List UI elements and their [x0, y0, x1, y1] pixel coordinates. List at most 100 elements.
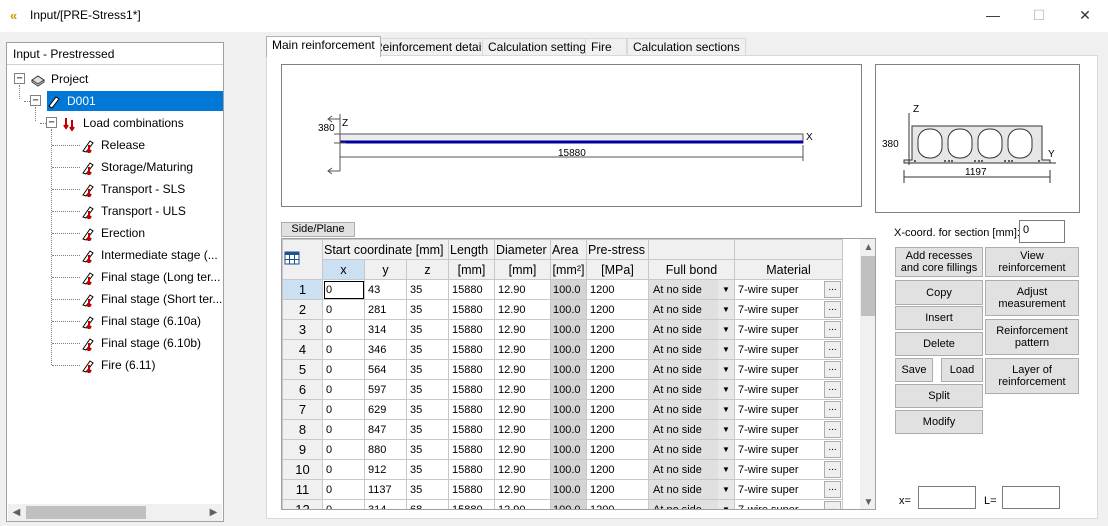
cell-z[interactable]: 35: [406, 459, 449, 480]
dropdown-arrow-icon[interactable]: ▼: [718, 420, 734, 439]
table-row[interactable]: 9 0 880 35 15880 12.90 100.0 1200 At no side ▼ 7-w…: [282, 439, 843, 460]
ellipsis-button[interactable]: ...: [824, 321, 841, 338]
collapse-project-toggle[interactable]: −: [14, 73, 25, 84]
cell-z[interactable]: 35: [406, 359, 449, 380]
load-button[interactable]: Load: [941, 358, 983, 382]
ellipsis-button[interactable]: ...: [824, 361, 841, 378]
ellipsis-button[interactable]: ...: [824, 501, 841, 509]
cell-prestress[interactable]: 1200: [586, 339, 649, 360]
cell-material[interactable]: 7-wire super...: [734, 359, 843, 380]
cell-y[interactable]: 314: [364, 499, 407, 509]
tree-item-load-combinations[interactable]: Load combinations: [63, 113, 186, 133]
cell-diameter[interactable]: 12.90: [494, 399, 551, 420]
row-number[interactable]: 6: [282, 379, 323, 400]
row-number[interactable]: 9: [282, 439, 323, 460]
cell-y[interactable]: 629: [364, 399, 407, 420]
cell-diameter[interactable]: 12.90: [494, 459, 551, 480]
cell-full-bond[interactable]: At no side ▼: [648, 419, 735, 440]
row-number[interactable]: 8: [282, 419, 323, 440]
scroll-thumb[interactable]: [26, 506, 146, 519]
insert-button[interactable]: Insert: [895, 306, 983, 330]
scroll-left-icon[interactable]: ◀: [8, 504, 25, 521]
tree-item-load-combination[interactable]: Release: [81, 135, 147, 155]
add-recesses-button[interactable]: Add recesses and core fillings: [895, 247, 983, 277]
cell-full-bond[interactable]: At no side ▼: [648, 379, 735, 400]
cell-z[interactable]: 68: [406, 499, 449, 509]
cell-length[interactable]: 15880: [448, 359, 495, 380]
cell-prestress[interactable]: 1200: [586, 299, 649, 320]
ellipsis-button[interactable]: ...: [824, 421, 841, 438]
cell-prestress[interactable]: 1200: [586, 439, 649, 460]
cell-y[interactable]: 597: [364, 379, 407, 400]
dropdown-arrow-icon[interactable]: ▼: [718, 440, 734, 459]
cell-y[interactable]: 564: [364, 359, 407, 380]
table-row[interactable]: 7 0 629 35 15880 12.90 100.0 1200 At no side ▼ 7-w…: [282, 399, 843, 420]
cell-material[interactable]: 7-wire super...: [734, 379, 843, 400]
row-number[interactable]: 1: [282, 279, 323, 300]
cell-y[interactable]: 43: [364, 279, 407, 300]
header-y[interactable]: y: [364, 259, 407, 280]
cell-y[interactable]: 880: [364, 439, 407, 460]
dropdown-arrow-icon[interactable]: ▼: [718, 460, 734, 479]
cell-material[interactable]: 7-wire super...: [734, 439, 843, 460]
cell-full-bond[interactable]: At no side ▼: [648, 499, 735, 509]
cell-full-bond[interactable]: At no side ▼: [648, 339, 735, 360]
cell-prestress[interactable]: 1200: [586, 419, 649, 440]
collapse-element-toggle[interactable]: −: [30, 95, 41, 106]
table-row[interactable]: 3 0 314 35 15880 12.90 100.0 1200 At no side ▼ 7-w…: [282, 319, 843, 340]
cell-diameter[interactable]: 12.90: [494, 299, 551, 320]
l-input[interactable]: [1002, 486, 1060, 509]
table-row[interactable]: 10 0 912 35 15880 12.90 100.0 1200 At no side ▼ 7-…: [282, 459, 843, 480]
table-row[interactable]: 2 0 281 35 15880 12.90 100.0 1200 At no side ▼ 7-w…: [282, 299, 843, 320]
cell-length[interactable]: 15880: [448, 339, 495, 360]
cell-z[interactable]: 35: [406, 419, 449, 440]
cell-full-bond[interactable]: At no side ▼: [648, 459, 735, 480]
cell-z[interactable]: 35: [406, 299, 449, 320]
row-number[interactable]: 3: [282, 319, 323, 340]
cell-z[interactable]: 35: [406, 439, 449, 460]
table-row[interactable]: 8 0 847 35 15880 12.90 100.0 1200 At no side ▼ 7-w…: [282, 419, 843, 440]
cell-material[interactable]: 7-wire super...: [734, 419, 843, 440]
cell-x[interactable]: 0: [322, 439, 365, 460]
cell-z[interactable]: 35: [406, 399, 449, 420]
scroll-thumb[interactable]: [861, 256, 875, 316]
cell-material[interactable]: 7-wire super...: [734, 459, 843, 480]
cell-material[interactable]: 7-wire super...: [734, 499, 843, 509]
copy-button[interactable]: Copy: [895, 280, 983, 305]
header-diameter-unit[interactable]: [mm]: [494, 259, 551, 280]
cell-diameter[interactable]: 12.90: [494, 479, 551, 500]
row-number[interactable]: 2: [282, 299, 323, 320]
cell-x[interactable]: 0: [322, 499, 365, 509]
table-row[interactable]: 6 0 597 35 15880 12.90 100.0 1200 At no side ▼ 7-w…: [282, 379, 843, 400]
row-number[interactable]: 7: [282, 399, 323, 420]
header-length-unit[interactable]: [mm]: [448, 259, 495, 280]
row-number[interactable]: 4: [282, 339, 323, 360]
tree-item-load-combination[interactable]: Final stage (6.10a): [81, 311, 203, 331]
row-number[interactable]: 5: [282, 359, 323, 380]
header-x[interactable]: x: [322, 259, 365, 280]
cell-z[interactable]: 35: [406, 319, 449, 340]
cell-x[interactable]: 0: [322, 319, 365, 340]
cell-full-bond[interactable]: At no side ▼: [648, 399, 735, 420]
ellipsis-button[interactable]: ...: [824, 461, 841, 478]
table-row[interactable]: 4 0 346 35 15880 12.90 100.0 1200 At no side ▼ 7-w…: [282, 339, 843, 360]
header-material[interactable]: Material: [734, 259, 843, 280]
cell-prestress[interactable]: 1200: [586, 459, 649, 480]
cell-y[interactable]: 346: [364, 339, 407, 360]
minimize-button[interactable]: —: [970, 0, 1016, 30]
split-button[interactable]: Split: [895, 384, 983, 408]
ellipsis-button[interactable]: ...: [824, 481, 841, 498]
cell-x[interactable]: 0: [322, 479, 365, 500]
cell-prestress[interactable]: 1200: [586, 359, 649, 380]
cell-x[interactable]: 0: [322, 379, 365, 400]
tree-item-load-combination[interactable]: Final stage (6.10b): [81, 333, 203, 353]
tab-main-reinforcement[interactable]: Main reinforcement: [266, 36, 381, 57]
cell-diameter[interactable]: 12.90: [494, 359, 551, 380]
cell-material[interactable]: 7-wire super...: [734, 319, 843, 340]
cell-y[interactable]: 281: [364, 299, 407, 320]
cell-length[interactable]: 15880: [448, 499, 495, 509]
cell-z[interactable]: 35: [406, 279, 449, 300]
cell-diameter[interactable]: 12.90: [494, 339, 551, 360]
cell-length[interactable]: 15880: [448, 319, 495, 340]
cell-z[interactable]: 35: [406, 339, 449, 360]
